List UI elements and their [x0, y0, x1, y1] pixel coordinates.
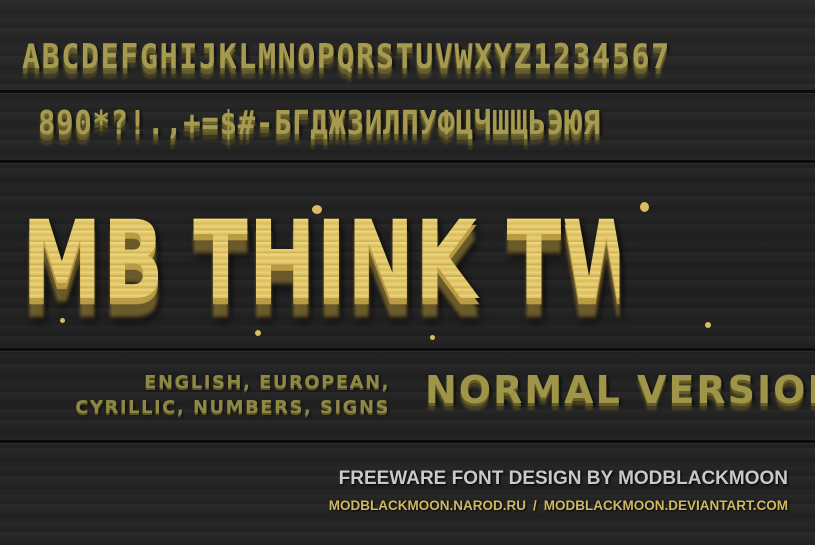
font-title: MB THINK TWICE: [22, 196, 798, 325]
wood-grain: [0, 20, 815, 21]
paint-splat: [60, 318, 65, 323]
paint-splat: [705, 322, 711, 328]
site-link-narod[interactable]: MODBLACKMOON.NAROD.RU: [329, 498, 526, 513]
plank-seam: [0, 440, 815, 443]
plank-seam: [0, 160, 815, 163]
coverage-line-2: CYRILLIC, NUMBERS, SIGNS: [75, 397, 390, 418]
wood-grain: [0, 190, 815, 191]
wood-grain: [0, 490, 815, 491]
glyph-specimen-row: 890*?!.,+=$#-БГДЖЗИЛПУФЦЧШЩЬЭЮЯ: [38, 104, 601, 143]
version-label: NORMAL VERSION: [425, 368, 815, 412]
credit-line: FREEWARE FONT DESIGN BY MODBLACKMOON: [338, 468, 788, 489]
paint-splat: [312, 205, 322, 214]
coverage-line-1: ENGLISH, EUROPEAN,: [144, 372, 390, 393]
paint-splat: [430, 335, 435, 340]
plank-seam: [0, 348, 815, 351]
site-link-deviantart[interactable]: MODBLACKMOON.DEVIANTART.COM: [544, 498, 788, 513]
author-links: MODBLACKMOON.NAROD.RU / MODBLACKMOON.DEVIA…: [329, 498, 788, 513]
plank-seam: [0, 90, 815, 93]
paint-splat: [255, 330, 261, 336]
font-specimen-canvas: ABCDEFGHIJKLMNOPQRSTUVWXYZ1234567 890*?!…: [0, 0, 815, 545]
paint-splat: [640, 202, 649, 212]
alphabet-specimen-row: ABCDEFGHIJKLMNOPQRSTUVWXYZ1234567: [22, 38, 671, 78]
link-separator: /: [533, 498, 537, 513]
